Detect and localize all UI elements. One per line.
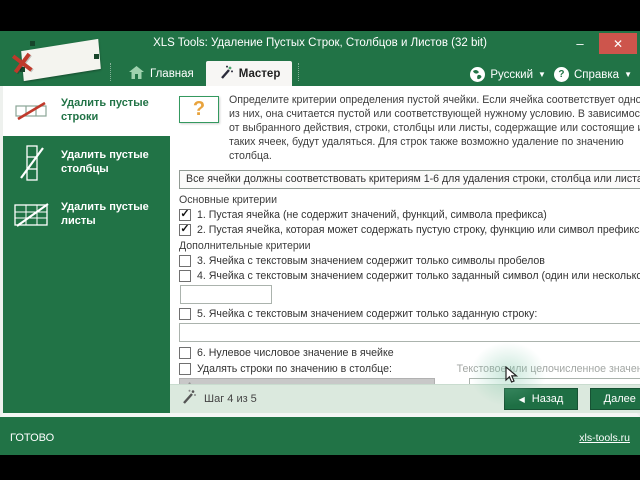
checkbox-icon[interactable] [179,362,191,375]
criterion-4-label: 4. Ячейка с текстовым значением содержит… [197,269,640,282]
checkbox-icon[interactable] [179,208,191,221]
criterion-2-checkbox[interactable]: 2. Пустая ячейка, которая может содержат… [179,223,640,236]
status-text: ГОТОВО [10,432,55,444]
wand-icon [218,65,233,83]
checkbox-icon[interactable] [179,307,191,320]
checkbox-icon[interactable] [179,254,191,267]
status-bar: ГОТОВО xls-tools.ru [0,421,640,455]
sidebar-item-label: Удалить пустые строки [61,97,149,123]
tab-home-label: Главная [150,67,194,80]
criteria-mode-value: Все ячейки должны соответствовать критер… [186,173,640,186]
next-button-label: Далее [603,393,636,406]
delete-by-column-checkbox[interactable]: Удалять строки по значению в столбце: [179,362,392,375]
arrow-left-icon: ◀ [518,394,525,404]
red-x-icon: ✕ [7,46,38,83]
group-basic-label: Основные критерии [179,193,278,206]
criterion-4-checkbox[interactable]: 4. Ячейка с текстовым значением содержит… [179,269,640,282]
separator [110,63,111,81]
next-button[interactable]: Далее ▶ [590,388,640,411]
sidebar: Удалить пустые строки Удалить пустые сто… [3,86,170,413]
back-button-label: Назад [531,393,564,406]
delete-by-column-label: Удалять строки по значению в столбце: [197,362,392,375]
checkbox-icon[interactable] [179,223,191,236]
criterion-6-label: 6. Нулевое числовое значение в ячейке [197,346,394,359]
help-icon: ? [553,67,569,82]
help-label: Справка [573,68,620,81]
checkbox-icon[interactable] [179,269,191,282]
sidebar-item-delete-empty-sheets[interactable]: Удалить пустые листы [3,190,170,240]
language-selector[interactable]: Русский ▼ [470,67,546,82]
criteria-mode-select[interactable]: Все ячейки должны соответствовать критер… [179,169,640,189]
criterion-3-label: 3. Ячейка с текстовым значением содержит… [197,254,545,267]
chevron-down-icon: ▼ [624,70,632,79]
language-label: Русский [490,68,534,81]
criterion-6-checkbox[interactable]: 6. Нулевое числовое значение в ячейке [179,346,640,359]
delete-columns-icon [13,144,51,182]
tab-wizard-label: Мастер [238,67,281,80]
criterion-5-checkbox[interactable]: 5. Ячейка с текстовым значением содержит… [179,307,640,320]
wizard-content: ? Определите критерии определения пустой… [170,86,640,385]
delete-sheets-icon [13,202,51,228]
tab-wizard[interactable]: Мастер [205,61,293,86]
sidebar-item-label: Удалить пустые столбцы [61,149,149,175]
question-icon: ? [179,96,219,123]
sidebar-item-delete-empty-rows[interactable]: Удалить пустые строки [3,86,170,136]
criterion-2-label: 2. Пустая ячейка, которая может содержат… [197,223,640,236]
back-button[interactable]: ◀ Назад [503,388,579,411]
separator [298,63,300,81]
symbol-input[interactable] [180,284,272,304]
value-hint-label: Текстовое или целочисленное значение: [456,362,640,375]
criterion-5-label: 5. Ячейка с текстовым значением содержит… [197,307,538,320]
delete-rows-icon [13,101,51,121]
checkbox-icon[interactable] [179,346,191,359]
wizard-footer: Шаг 4 из 5 ◀ Назад Далее ▶ [170,384,640,413]
criterion-3-checkbox[interactable]: 3. Ячейка с текстовым значением содержит… [179,254,640,267]
string-input[interactable] [179,322,640,342]
globe-icon [470,67,486,82]
sidebar-item-label: Удалить пустые листы [61,201,149,227]
intro-text: Определите критерии определения пустой я… [229,94,640,162]
step-indicator: Шаг 4 из 5 [204,393,257,406]
criterion-1-label: 1. Пустая ячейка (не содержит значений, … [197,208,547,221]
tab-home[interactable]: Главная [117,61,206,86]
app-window: ✕ XLS Tools: Удаление Пустых Строк, Стол… [0,31,640,421]
home-icon [129,65,144,82]
criterion-1-checkbox[interactable]: 1. Пустая ячейка (не содержит значений, … [179,208,640,221]
help-menu[interactable]: ? Справка ▼ [553,67,632,82]
chevron-down-icon: ▼ [538,70,546,79]
sidebar-item-delete-empty-columns[interactable]: Удалить пустые столбцы [3,136,170,190]
xls-tools-logo-icon: ✕ [8,36,104,88]
wand-icon [180,389,196,410]
group-additional-label: Дополнительные критерии [179,239,311,252]
website-link[interactable]: xls-tools.ru [579,432,630,444]
